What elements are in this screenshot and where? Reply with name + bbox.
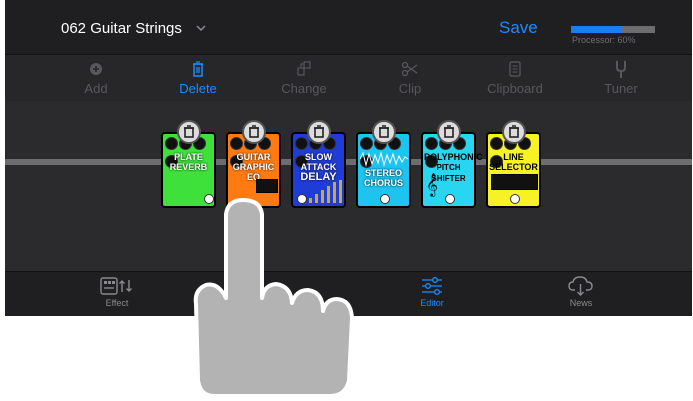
cloud-download-icon — [568, 276, 593, 296]
swap-icon — [297, 61, 311, 76]
pedal-label: GUITAR GRAPHIC EQ — [232, 152, 275, 182]
trash-icon — [193, 61, 203, 77]
tab-news[interactable]: News — [541, 276, 621, 308]
chevron-down-icon[interactable] — [195, 22, 207, 34]
footswitch-icon — [510, 194, 520, 204]
trash-icon — [509, 125, 519, 138]
signal-chain-line — [5, 159, 692, 165]
save-button[interactable]: Save — [499, 18, 538, 38]
delete-pedal-badge[interactable] — [372, 120, 396, 144]
tab-editor-label: Editor — [420, 298, 444, 308]
clipboard-icon — [509, 61, 521, 77]
effect-icon — [100, 277, 132, 295]
delete-button[interactable]: Delete — [158, 59, 238, 96]
clipboard-button[interactable]: Clipboard — [475, 59, 555, 96]
trash-icon — [249, 125, 259, 138]
delay-bars-icon — [309, 180, 342, 203]
effect-chain-board: PLATE REVERB GUITAR GRAPHIC EQ SLOW ATTACK… — [5, 101, 692, 271]
trash-icon — [444, 125, 454, 138]
tab-news-label: News — [569, 298, 593, 308]
footswitch-icon — [445, 194, 455, 204]
sliders-icon — [422, 277, 442, 295]
footswitch-icon — [204, 194, 214, 204]
tuning-fork-icon — [616, 61, 626, 78]
trash-icon — [314, 125, 324, 138]
delete-pedal-badge[interactable] — [177, 120, 201, 144]
delete-pedal-badge[interactable] — [502, 120, 526, 144]
scissors-icon — [401, 61, 418, 77]
eq-display — [256, 179, 278, 193]
delete-pedal-badge[interactable] — [242, 120, 266, 144]
add-button[interactable]: Add — [56, 59, 136, 96]
treble-clef-icon: 𝄞 — [426, 172, 438, 196]
delete-pedal-badge[interactable] — [437, 120, 461, 144]
tab-effect-label: Effect — [105, 298, 129, 308]
pedal-label: LINE SELECTOR — [489, 152, 538, 172]
clip-label: Clip — [398, 81, 422, 96]
tab-editor[interactable]: Editor — [392, 276, 472, 308]
processor-meter-fill — [571, 26, 622, 33]
top-bar: 062 Guitar Strings Save Processor: 60% — [5, 0, 692, 55]
tab-effect[interactable]: Effect — [77, 276, 157, 308]
trash-icon — [184, 125, 194, 138]
clipboard-label: Clipboard — [487, 81, 543, 96]
change-label: Change — [281, 81, 327, 96]
waveform-icon — [360, 151, 408, 167]
pedal-label: STEREO CHORUS — [363, 168, 403, 188]
add-label: Add — [84, 81, 108, 96]
processor-label: Processor: 60% — [572, 35, 636, 45]
trash-icon — [379, 125, 389, 138]
change-button[interactable]: Change — [264, 59, 344, 96]
preset-name[interactable]: 062 Guitar Strings — [61, 20, 182, 37]
footswitch-icon — [297, 194, 307, 204]
tuner-label: Tuner — [604, 81, 638, 96]
processor-meter — [571, 26, 655, 33]
footswitch-icon — [380, 194, 390, 204]
bottom-tab-bar: Effect Editor News — [5, 271, 692, 316]
edit-toolbar: Add Delete Change Clip Clipboard Tuner — [5, 55, 692, 101]
app-window: 062 Guitar Strings Save Processor: 60% A… — [5, 0, 692, 316]
tuner-button[interactable]: Tuner — [581, 59, 661, 96]
clip-button[interactable]: Clip — [370, 59, 450, 96]
plus-circle-icon — [90, 63, 102, 75]
delete-label: Delete — [179, 81, 217, 96]
pedal-label: PLATE REVERB — [169, 152, 208, 172]
delete-pedal-badge[interactable] — [307, 120, 331, 144]
selector-display — [491, 174, 538, 190]
